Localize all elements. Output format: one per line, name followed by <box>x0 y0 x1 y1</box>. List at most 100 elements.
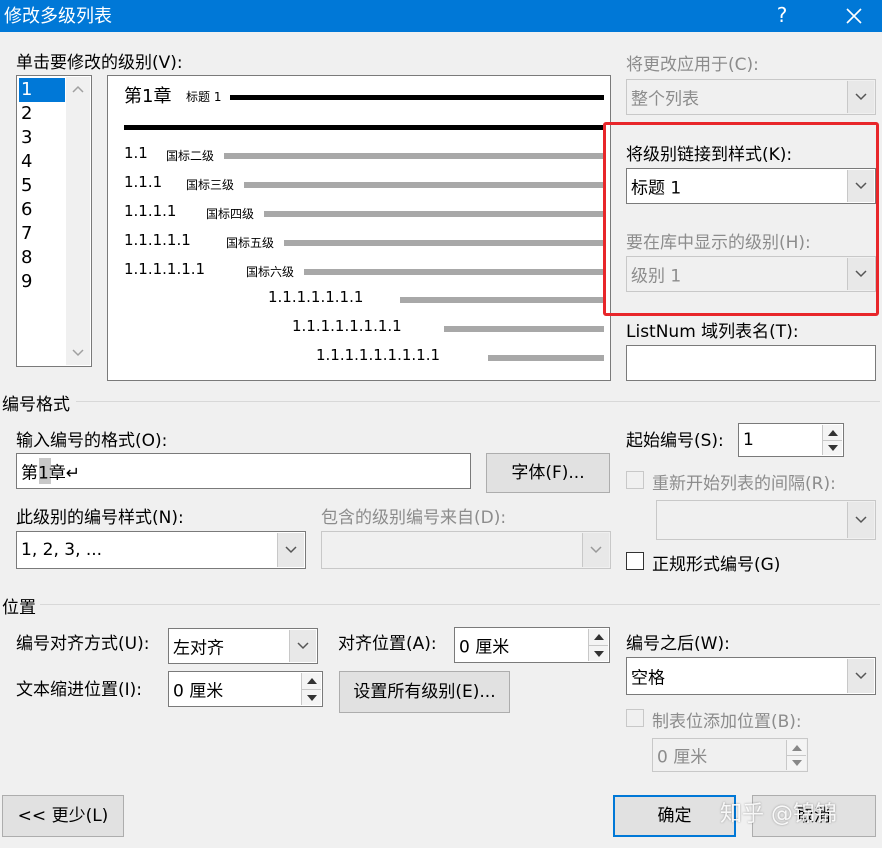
spin-down-icon[interactable] <box>301 689 321 705</box>
level-item[interactable]: 4 <box>21 151 32 172</box>
tab-stop-label: 制表位添加位置(B): <box>652 712 802 732</box>
spin-down-icon[interactable] <box>786 755 806 770</box>
format-input[interactable]: 第1章↵ <box>16 453 471 489</box>
indent-input[interactable]: 0 厘米 <box>168 671 323 707</box>
level-listbox[interactable]: 1 2 3 4 5 6 7 8 9 <box>16 75 92 367</box>
spin-up-icon[interactable] <box>588 629 608 645</box>
preview-chapter-style: 标题 1 <box>186 90 222 104</box>
window-title: 修改多级列表 <box>4 6 112 27</box>
preview-number: 1.1.1 <box>124 173 163 191</box>
preview-number: 1.1 <box>124 144 148 162</box>
align-at-spinner[interactable] <box>588 629 608 661</box>
chevron-down-icon[interactable] <box>289 630 316 662</box>
legal-style-checkbox[interactable] <box>626 552 644 570</box>
list-preview: 第1章 标题 1 1.1 国标二级 1.1.1 国标三级 1.1.1.1 国标四… <box>107 75 611 381</box>
chevron-down-icon[interactable] <box>847 170 874 202</box>
format-label: 输入编号的格式(O): <box>16 431 168 451</box>
close-button[interactable] <box>830 0 878 32</box>
follow-number-value: 空格 <box>631 668 665 689</box>
chevron-down-icon[interactable] <box>582 533 609 567</box>
tab-stop-value: 0 厘米 <box>657 747 708 768</box>
tab-stop-input[interactable]: 0 厘米 <box>652 738 808 772</box>
restart-checkbox[interactable] <box>626 471 644 489</box>
legal-style-label: 正规形式编号(G) <box>652 555 781 575</box>
chevron-down-icon[interactable] <box>847 81 874 113</box>
font-button[interactable]: 字体(F)... <box>486 453 610 493</box>
level-select-label: 单击要修改的级别(V): <box>16 53 183 73</box>
align-combo[interactable]: 左对齐 <box>168 628 318 664</box>
level-item[interactable]: 8 <box>21 247 32 268</box>
listnum-input[interactable] <box>626 345 876 381</box>
follow-number-label: 编号之后(W): <box>626 634 730 654</box>
align-value: 左对齐 <box>173 638 224 659</box>
apply-to-combo[interactable]: 整个列表 <box>626 79 876 115</box>
preview-style: 国标三级 <box>186 178 235 192</box>
preview-line <box>488 355 604 361</box>
number-style-label: 此级别的编号样式(N): <box>16 508 184 528</box>
follow-number-combo[interactable]: 空格 <box>626 657 876 695</box>
spin-up-icon[interactable] <box>786 740 806 755</box>
level-item[interactable]: 1 <box>21 79 32 100</box>
level-item[interactable]: 7 <box>21 223 32 244</box>
ok-button[interactable]: 确定 <box>613 795 736 837</box>
tab-stop-checkbox[interactable] <box>626 709 644 727</box>
indent-spinner[interactable] <box>301 673 321 705</box>
include-level-combo[interactable] <box>321 531 611 569</box>
close-icon <box>846 8 862 24</box>
preview-line <box>264 211 604 217</box>
level-item[interactable]: 2 <box>21 103 32 124</box>
set-all-levels-button[interactable]: 设置所有级别(E)... <box>339 671 510 713</box>
align-label: 编号对齐方式(U): <box>16 634 150 654</box>
preview-number: 1.1.1.1 <box>124 202 177 220</box>
preview-line <box>124 125 604 130</box>
level-item[interactable]: 9 <box>21 271 32 292</box>
link-style-combo[interactable]: 标题 1 <box>626 168 876 204</box>
position-title: 位置 <box>2 598 36 618</box>
restart-combo[interactable] <box>656 500 876 540</box>
help-button[interactable]: ? <box>758 0 806 32</box>
link-style-value: 标题 1 <box>631 178 682 199</box>
preview-line <box>284 240 604 246</box>
preview-line <box>304 269 604 275</box>
preview-line <box>244 182 604 188</box>
number-style-combo[interactable]: 1, 2, 3, ... <box>16 531 306 569</box>
chevron-down-icon[interactable] <box>847 258 874 290</box>
scroll-down-icon[interactable] <box>72 349 84 357</box>
align-at-input[interactable]: 0 厘米 <box>454 627 610 663</box>
level-item[interactable]: 5 <box>21 175 32 196</box>
listnum-label: ListNum 域列表名(T): <box>626 322 799 342</box>
spin-up-icon[interactable] <box>301 673 321 689</box>
watermark: 知乎 @锦锦 <box>720 802 837 827</box>
indent-value: 0 厘米 <box>173 681 224 702</box>
preview-style: 国标四级 <box>206 207 255 221</box>
level-item[interactable]: 3 <box>21 127 32 148</box>
gallery-level-combo[interactable]: 级别 1 <box>626 256 876 292</box>
chevron-down-icon[interactable] <box>847 659 874 693</box>
indent-label: 文本缩进位置(I): <box>16 680 143 700</box>
preview-number: 1.1.1.1.1.1.1.1 <box>292 317 402 335</box>
start-at-input[interactable]: 1 <box>738 423 844 457</box>
spin-down-icon[interactable] <box>588 645 608 661</box>
link-style-label: 将级别链接到样式(K): <box>626 145 793 165</box>
spin-up-icon[interactable] <box>822 425 842 440</box>
include-level-label: 包含的级别编号来自(D): <box>321 508 507 528</box>
spin-down-icon[interactable] <box>822 440 842 455</box>
preview-style: 国标五级 <box>226 236 275 250</box>
tab-stop-spinner[interactable] <box>786 740 806 770</box>
preview-number: 1.1.1.1.1.1.1.1.1 <box>316 346 441 364</box>
start-at-spinner[interactable] <box>822 425 842 455</box>
apply-to-label: 将更改应用于(C): <box>626 55 759 75</box>
level-scrollbar[interactable] <box>66 77 90 365</box>
level-item[interactable]: 6 <box>21 199 32 220</box>
restart-label: 重新开始列表的间隔(R): <box>652 474 836 494</box>
number-format-title: 编号格式 <box>2 395 70 415</box>
chevron-down-icon[interactable] <box>847 502 874 538</box>
scroll-up-icon[interactable] <box>72 85 84 93</box>
gallery-level-value: 级别 1 <box>631 266 682 287</box>
chevron-down-icon[interactable] <box>277 533 304 567</box>
align-at-label: 对齐位置(A): <box>338 634 437 654</box>
preview-chapter: 第1章 <box>124 86 172 107</box>
start-at-label: 起始编号(S): <box>626 431 724 451</box>
less-button[interactable]: << 更少(L) <box>2 795 124 837</box>
preview-number: 1.1.1.1.1.1 <box>124 260 206 278</box>
